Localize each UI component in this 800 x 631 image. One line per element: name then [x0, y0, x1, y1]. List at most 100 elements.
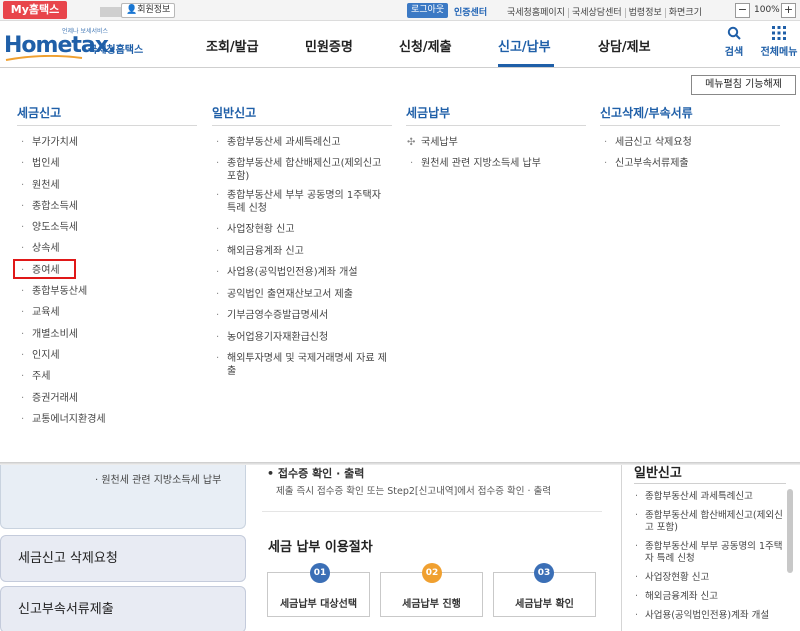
- list-item[interactable]: · 종합부동산세 과세특례신고: [634, 491, 784, 503]
- menu-item[interactable]: · 기부금영수증발급명세서: [212, 309, 392, 331]
- law-info-link[interactable]: 법령정보: [624, 8, 665, 18]
- menu-item[interactable]: · 원천세: [17, 179, 197, 200]
- zoom-in-button[interactable]: +: [781, 3, 796, 18]
- logout-button[interactable]: 로그아웃: [407, 3, 449, 18]
- menu-item[interactable]: · 종합부동산세 부부 공동명의 1주택자 특례 신청: [212, 189, 392, 223]
- menu-item[interactable]: · 종합부동산세 합산배제신고(제외신고 포함): [212, 157, 392, 189]
- zoom-value: 100%: [754, 5, 780, 15]
- list-item[interactable]: · 종합부동산세 부부 공동명의 1주택자 특례 신청: [634, 541, 784, 565]
- gnb-report-payment[interactable]: 신고/납부: [498, 36, 551, 55]
- menu-item[interactable]: · 해외투자명세 및 국제거래명세 자료 제출: [212, 352, 392, 382]
- menu-item[interactable]: · 개별소비세: [17, 328, 197, 349]
- right-panel-list: · 종합부동산세 과세특례신고 · 종합부동산세 합산배제신고(제외신고 포함) ·…: [634, 491, 784, 629]
- bullet-icon: ·: [216, 288, 220, 300]
- menu-column-title: 세금신고: [17, 106, 62, 120]
- bullet-icon: ·: [216, 245, 220, 257]
- highlight-annotation-box: [13, 259, 76, 279]
- my-hometax-button[interactable]: My홈택스: [3, 1, 67, 19]
- bullet-icon: ·: [21, 307, 25, 319]
- list-item[interactable]: · 사업장현황 신고: [634, 572, 784, 584]
- column-divider: [17, 125, 197, 126]
- menu-item[interactable]: · 사업용(공익법인전용)계좌 개설: [212, 266, 392, 288]
- mega-menu-dropdown: 메뉴펼침 기능해제 세금신고 · 부가가치세 · 법인세 · 원천세 · 종합소득세 ·…: [0, 68, 800, 462]
- bullet-icon: ·: [216, 137, 220, 148]
- menu-item[interactable]: · 교통에너지환경세: [17, 413, 197, 434]
- expand-plus-icon: ✣: [407, 137, 416, 148]
- list-item[interactable]: · 사업용(공익법인전용)계좌 개설: [634, 610, 784, 622]
- step-number-badge: 02: [422, 563, 442, 583]
- user-icon: 👤: [126, 5, 138, 15]
- menu-item[interactable]: · 인지세: [17, 349, 197, 370]
- list-item[interactable]: · 해외금융계좌 신고: [634, 591, 784, 603]
- menu-item[interactable]: · 종합부동산세 과세특례신고: [212, 136, 392, 157]
- right-panel-scrollbar[interactable]: [787, 489, 793, 573]
- top-utility-bar: My홈택스 님 👤회원정보 로그아웃 인증센터 국세청홈페이지국세상담센터법령정…: [0, 0, 800, 21]
- bullet-icon: ·: [21, 286, 25, 298]
- bullet-icon: ·: [21, 158, 25, 170]
- menu-item[interactable]: · 사업장현황 신고: [212, 223, 392, 245]
- bullet-icon: ·: [21, 349, 25, 361]
- menu-item[interactable]: · 교육세: [17, 306, 197, 327]
- menu-column-delete-attachments: 신고삭제/부속서류 · 세금신고 삭제요청 · 신고부속서류제출: [600, 104, 780, 178]
- menu-item-national-tax-payment[interactable]: ✣ 국세납부: [406, 136, 586, 157]
- menu-item[interactable]: · 부가가치세: [17, 136, 197, 157]
- menu-item[interactable]: · 해외금융계좌 신고: [212, 245, 392, 267]
- step-number-badge: 01: [310, 563, 330, 583]
- receipt-check-title: • 접수증 확인 · 출력: [267, 467, 365, 480]
- menu-item[interactable]: · 종합부동산세: [17, 285, 197, 306]
- center-content: • 접수증 확인 · 출력 제출 즉시 접수증 확인 또는 Step2[신고내역…: [262, 465, 602, 631]
- menu-item[interactable]: · 법인세: [17, 157, 197, 178]
- menu-item[interactable]: · 양도소득세: [17, 221, 197, 242]
- menu-item[interactable]: · 주세: [17, 370, 197, 391]
- gnb-inquiry-issue[interactable]: 조회/발급: [206, 36, 259, 55]
- column-divider: [406, 125, 586, 126]
- bullet-icon: ·: [635, 572, 639, 583]
- left-submenu-item[interactable]: · 원천세 관련 지방소득세 납부: [95, 471, 221, 486]
- zoom-out-button[interactable]: −: [735, 3, 750, 18]
- menu-item[interactable]: · 세금신고 삭제요청: [600, 136, 780, 157]
- nts-counsel-link[interactable]: 국세상담센터: [567, 8, 625, 18]
- bullet-icon: ·: [635, 541, 639, 552]
- bullet-icon: ·: [216, 353, 220, 364]
- bullet-icon: ·: [21, 179, 25, 191]
- member-info-button[interactable]: 👤회원정보: [121, 3, 176, 18]
- bullet-icon: ·: [21, 222, 25, 234]
- bullet-icon: ·: [216, 267, 220, 278]
- bullet-icon: ·: [216, 331, 220, 343]
- left-card-delete-request[interactable]: 세금신고 삭제요청: [0, 535, 246, 582]
- receipt-check-desc: 제출 즉시 접수증 확인 또는 Step2[신고내역]에서 접수증 확인 · 출…: [276, 486, 552, 497]
- menu-item[interactable]: · 농어업용기자재환급신청: [212, 331, 392, 353]
- bullet-icon: ·: [21, 413, 25, 425]
- bullet-icon: ·: [21, 243, 25, 255]
- bullet-icon: ·: [216, 310, 220, 321]
- menu-item[interactable]: · 종합소득세: [17, 200, 197, 221]
- menu-item[interactable]: · 공익법인 출연재산보고서 제출: [212, 288, 392, 310]
- column-divider: [600, 125, 780, 126]
- left-card-expanded: · 원천세 관련 지방소득세 납부: [0, 465, 246, 529]
- right-panel-title: 일반신고: [634, 466, 682, 481]
- hometax-logo[interactable]: 언제나 보세서비스 Hometax. 국세청홈택스: [4, 24, 154, 64]
- gnb-civil-certificate[interactable]: 민원증명: [305, 36, 353, 55]
- bullet-icon: ·: [21, 392, 25, 404]
- search-button[interactable]: 검색: [722, 26, 746, 58]
- menu-item[interactable]: · 원천세 관련 지방소득세 납부: [406, 157, 586, 178]
- gnb-apply-submit[interactable]: 신청/제출: [399, 36, 452, 55]
- menu-item[interactable]: · 신고부속서류제출: [600, 157, 780, 178]
- bullet-icon: ·: [635, 610, 639, 621]
- cert-center-link[interactable]: 인증센터: [454, 5, 487, 18]
- nts-homepage-link[interactable]: 국세청홈페이지: [504, 8, 568, 18]
- menu-column-title: 일반신고: [212, 106, 257, 120]
- all-menu-label: 전체메뉴: [760, 47, 798, 58]
- all-menu-button[interactable]: 전체메뉴: [758, 26, 800, 58]
- list-item[interactable]: · 종합부동산세 합산배제신고(제외신고 포함): [634, 510, 784, 534]
- grid-menu-icon: [772, 26, 786, 40]
- column-divider: [212, 125, 392, 126]
- section-divider: [262, 511, 602, 512]
- bullet-icon: ·: [635, 510, 639, 521]
- left-card-attachments[interactable]: 신고부속서류제출: [0, 586, 246, 631]
- menu-column-title: 세금납부: [406, 106, 451, 120]
- gnb-consult-report[interactable]: 상담/제보: [598, 36, 651, 55]
- menu-item[interactable]: · 증권거래세: [17, 392, 197, 413]
- menu-lock-toggle-button[interactable]: 메뉴펼침 기능해제: [691, 75, 796, 95]
- right-panel-general-report: 일반신고 · 종합부동산세 과세특례신고 · 종합부동산세 합산배제신고(제외신고 …: [621, 465, 795, 631]
